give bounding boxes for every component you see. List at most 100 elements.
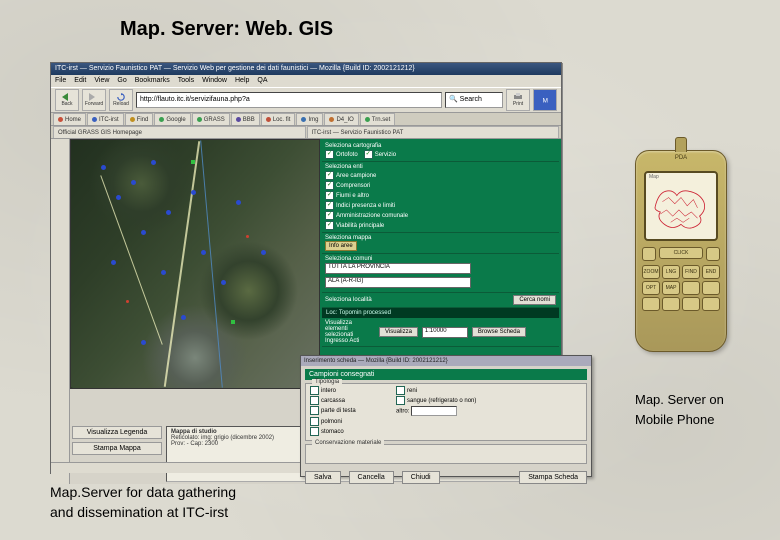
checkbox-icon[interactable]: ✓ xyxy=(325,191,334,200)
menu-tools[interactable]: Tools xyxy=(178,75,194,87)
menu-edit[interactable]: Edit xyxy=(74,75,86,87)
ingresso-label: Ingresso Acti xyxy=(325,338,375,344)
sample-type-label: polmoni xyxy=(321,419,342,425)
menu-help[interactable]: Help xyxy=(235,75,249,87)
back-button[interactable]: Back xyxy=(55,89,79,111)
menu-window[interactable]: Window xyxy=(202,75,227,87)
checkbox-icon[interactable]: ✓ xyxy=(364,150,373,159)
bookmark-tab[interactable]: ITC-irst xyxy=(87,113,124,125)
sample-type-checkbox[interactable]: intero xyxy=(310,386,390,395)
phone-key[interactable] xyxy=(662,297,680,311)
map-viewport[interactable] xyxy=(70,139,320,389)
bookmark-tab[interactable]: Find xyxy=(125,113,154,125)
checkbox-icon[interactable] xyxy=(310,396,319,405)
bookmark-tab-label: D4_IO xyxy=(336,115,353,125)
bookmark-tab[interactable]: Trn.set xyxy=(360,113,395,125)
menu-qa[interactable]: QA xyxy=(257,75,267,87)
phone-key[interactable] xyxy=(702,297,720,311)
search-box[interactable]: 🔍 Search xyxy=(445,92,503,108)
layer-checkbox[interactable]: ✓Servizio xyxy=(364,150,396,159)
checkbox-icon[interactable]: ✓ xyxy=(325,150,334,159)
layer-checkbox[interactable]: ✓Viabilità principale xyxy=(325,221,556,230)
layer-checkbox[interactable]: ✓Aree campione xyxy=(325,171,556,180)
checkbox-icon[interactable]: ✓ xyxy=(325,201,334,210)
checkbox-icon[interactable] xyxy=(310,427,319,436)
phone-key[interactable]: OPT xyxy=(642,281,660,295)
layer-checkbox[interactable]: ✓Comprensori xyxy=(325,181,556,190)
cancel-button[interactable]: Cancella xyxy=(349,471,394,484)
bookmark-tab[interactable]: Home xyxy=(53,113,86,125)
comuni-select-2[interactable]: ALA (A-R-IG) xyxy=(325,277,471,288)
phone-key[interactable]: LNG xyxy=(662,265,680,279)
mozilla-icon[interactable]: M xyxy=(533,89,557,111)
bookmark-tab[interactable]: Img xyxy=(296,113,323,125)
layer-checkbox[interactable]: ✓Amministrazione comunale xyxy=(325,211,556,220)
layer-checkbox[interactable]: ✓Fiumi e altro xyxy=(325,191,556,200)
checkbox-icon[interactable] xyxy=(396,386,405,395)
show-legend-button[interactable]: Visualizza Legenda xyxy=(72,426,162,439)
menu-file[interactable]: File xyxy=(55,75,66,87)
forward-button[interactable]: Forward xyxy=(82,89,106,111)
sample-type-checkbox[interactable]: stomaco xyxy=(310,427,390,436)
phone-key[interactable]: END xyxy=(702,265,720,279)
map-select-value[interactable]: Info aree xyxy=(325,241,357,251)
checkbox-icon[interactable]: ✓ xyxy=(325,181,334,190)
phone-key[interactable] xyxy=(682,281,700,295)
phone-soft-left[interactable] xyxy=(642,247,656,261)
print-button[interactable]: Print xyxy=(506,89,530,111)
layer-checkbox[interactable]: ✓Ortofoto xyxy=(325,150,358,159)
bookmark-tab[interactable]: D4_IO xyxy=(324,113,358,125)
menu-go[interactable]: Go xyxy=(117,75,126,87)
menu-view[interactable]: View xyxy=(94,75,109,87)
page-tab[interactable]: ITC-irst — Servizio Faunistico PAT xyxy=(307,126,560,138)
bookmark-tab[interactable]: Google xyxy=(154,113,190,125)
sample-type-checkbox[interactable]: polmoni xyxy=(310,417,390,426)
bookmark-tab[interactable]: Loc. fit xyxy=(261,113,296,125)
phone-key[interactable] xyxy=(642,297,660,311)
checkbox-icon[interactable] xyxy=(310,417,319,426)
search-label: Search xyxy=(460,96,482,103)
checkbox-icon[interactable]: ✓ xyxy=(325,171,334,180)
page-tab[interactable]: Official GRASS GIS Homepage xyxy=(53,126,306,138)
phone-soft-right[interactable] xyxy=(706,247,720,261)
print-scheda-button[interactable]: Stampa Scheda xyxy=(519,471,587,484)
scale-select[interactable]: 1:10000 xyxy=(422,327,468,338)
checkbox-icon[interactable]: ✓ xyxy=(325,221,334,230)
sample-type-label: sangue (refrigerato o non) xyxy=(407,398,476,404)
arrow-left-icon xyxy=(62,93,72,101)
sample-type-checkbox[interactable]: carcassa xyxy=(310,396,390,405)
sample-type-checkbox[interactable]: sangue (refrigerato o non) xyxy=(396,396,582,405)
bookmark-tab[interactable]: BBB xyxy=(231,113,260,125)
layer-checkbox-label: Viabilità principale xyxy=(336,223,384,229)
close-button[interactable]: Chiudi xyxy=(402,471,440,484)
sample-type-label: carcassa xyxy=(321,398,345,404)
checkbox-icon[interactable] xyxy=(396,396,405,405)
browse-scheda-button[interactable]: Browse Scheda xyxy=(472,327,526,337)
phone-screen: Map xyxy=(644,171,718,241)
phone-key[interactable] xyxy=(682,297,700,311)
arrow-right-icon xyxy=(89,93,99,101)
phone-brand: PDA xyxy=(636,151,726,171)
checkbox-icon[interactable] xyxy=(310,406,319,415)
visualize-button[interactable]: Visualizza xyxy=(379,327,418,337)
phone-key[interactable]: ZOOM xyxy=(642,265,660,279)
sample-type-checkbox[interactable]: reni xyxy=(396,386,582,395)
phone-key[interactable] xyxy=(702,281,720,295)
checkbox-icon[interactable]: ✓ xyxy=(325,211,334,220)
sample-type-checkbox[interactable]: parte di testa xyxy=(310,406,390,416)
menu-bookmarks[interactable]: Bookmarks xyxy=(135,75,170,87)
other-input[interactable] xyxy=(411,406,457,416)
phone-key[interactable]: MAP xyxy=(662,281,680,295)
layer-checkbox[interactable]: ✓Indici presenza e limiti xyxy=(325,201,556,210)
url-bar[interactable]: http://flauto.itc.it/servizifauna.php?a xyxy=(136,92,442,108)
checkbox-icon[interactable] xyxy=(310,386,319,395)
print-map-button[interactable]: Stampa Mappa xyxy=(72,442,162,455)
bookmark-tab[interactable]: GRASS xyxy=(192,113,230,125)
search-names-button[interactable]: Cerca nomi xyxy=(513,295,556,305)
reload-button[interactable]: Reload xyxy=(109,89,133,111)
save-button[interactable]: Salva xyxy=(305,471,341,484)
layer-checkbox-label: Amministrazione comunale xyxy=(336,213,408,219)
comuni-select-1[interactable]: TUTTA LA PROVINCIA xyxy=(325,263,471,274)
phone-key[interactable]: FIND xyxy=(682,265,700,279)
phone-click-button[interactable]: CLICK xyxy=(659,247,703,259)
